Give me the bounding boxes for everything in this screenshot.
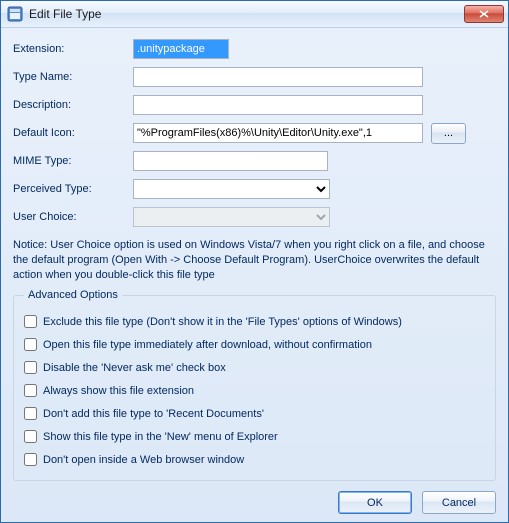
row-default-icon: Default Icon: ... <box>13 122 496 144</box>
window-title: Edit File Type <box>29 7 464 21</box>
close-button[interactable] <box>464 5 504 23</box>
perceived-type-select[interactable] <box>133 179 330 199</box>
client-area: Extension: Type Name: Description: Defau… <box>1 28 508 522</box>
ok-button[interactable]: OK <box>338 491 412 514</box>
chk-new-menu[interactable]: Show this file type in the 'New' menu of… <box>24 430 485 443</box>
chk-new-menu-box[interactable] <box>24 430 37 443</box>
default-icon-input[interactable] <box>133 123 423 143</box>
label-mime-type: MIME Type: <box>13 155 133 167</box>
label-extension: Extension: <box>13 43 133 55</box>
chk-label: Don't add this file type to 'Recent Docu… <box>43 408 264 420</box>
chk-label: Show this file type in the 'New' menu of… <box>43 431 278 443</box>
advanced-options-legend: Advanced Options <box>24 289 122 301</box>
chk-no-web-browser-box[interactable] <box>24 453 37 466</box>
chk-no-recent-docs-box[interactable] <box>24 407 37 420</box>
row-description: Description: <box>13 94 496 116</box>
chk-always-show-ext[interactable]: Always show this file extension <box>24 384 485 397</box>
type-name-input[interactable] <box>133 67 423 87</box>
chk-label: Open this file type immediately after do… <box>43 339 372 351</box>
mime-type-input[interactable] <box>133 151 328 171</box>
label-default-icon: Default Icon: <box>13 127 133 139</box>
label-description: Description: <box>13 99 133 111</box>
chk-open-after-download[interactable]: Open this file type immediately after do… <box>24 338 485 351</box>
row-perceived-type: Perceived Type: <box>13 178 496 200</box>
row-extension: Extension: <box>13 38 496 60</box>
titlebar[interactable]: Edit File Type <box>1 1 508 28</box>
cancel-button[interactable]: Cancel <box>422 491 496 514</box>
chk-exclude-file-type-box[interactable] <box>24 315 37 328</box>
label-perceived-type: Perceived Type: <box>13 183 133 195</box>
notice-text: Notice: User Choice option is used on Wi… <box>13 238 496 283</box>
chk-exclude-file-type[interactable]: Exclude this file type (Don't show it in… <box>24 315 485 328</box>
close-icon <box>479 10 489 18</box>
chk-disable-never-ask[interactable]: Disable the 'Never ask me' check box <box>24 361 485 374</box>
chk-label: Always show this file extension <box>43 385 194 397</box>
label-user-choice: User Choice: <box>13 211 133 223</box>
row-user-choice: User Choice: <box>13 206 496 228</box>
extension-input[interactable] <box>133 39 229 59</box>
row-mime-type: MIME Type: <box>13 150 496 172</box>
browse-icon-button[interactable]: ... <box>431 123 466 144</box>
chk-no-web-browser[interactable]: Don't open inside a Web browser window <box>24 453 485 466</box>
chk-label: Exclude this file type (Don't show it in… <box>43 316 402 328</box>
row-type-name: Type Name: <box>13 66 496 88</box>
dialog-window: Edit File Type Extension: Type Name: Des… <box>0 0 509 523</box>
chk-label: Don't open inside a Web browser window <box>43 454 244 466</box>
app-icon <box>7 6 23 22</box>
chk-open-after-download-box[interactable] <box>24 338 37 351</box>
chk-no-recent-docs[interactable]: Don't add this file type to 'Recent Docu… <box>24 407 485 420</box>
chk-label: Disable the 'Never ask me' check box <box>43 362 226 374</box>
user-choice-select <box>133 207 330 227</box>
chk-disable-never-ask-box[interactable] <box>24 361 37 374</box>
dialog-buttons: OK Cancel <box>13 481 496 514</box>
chk-always-show-ext-box[interactable] <box>24 384 37 397</box>
label-type-name: Type Name: <box>13 71 133 83</box>
description-input[interactable] <box>133 95 423 115</box>
advanced-options-group: Advanced Options Exclude this file type … <box>13 289 496 481</box>
